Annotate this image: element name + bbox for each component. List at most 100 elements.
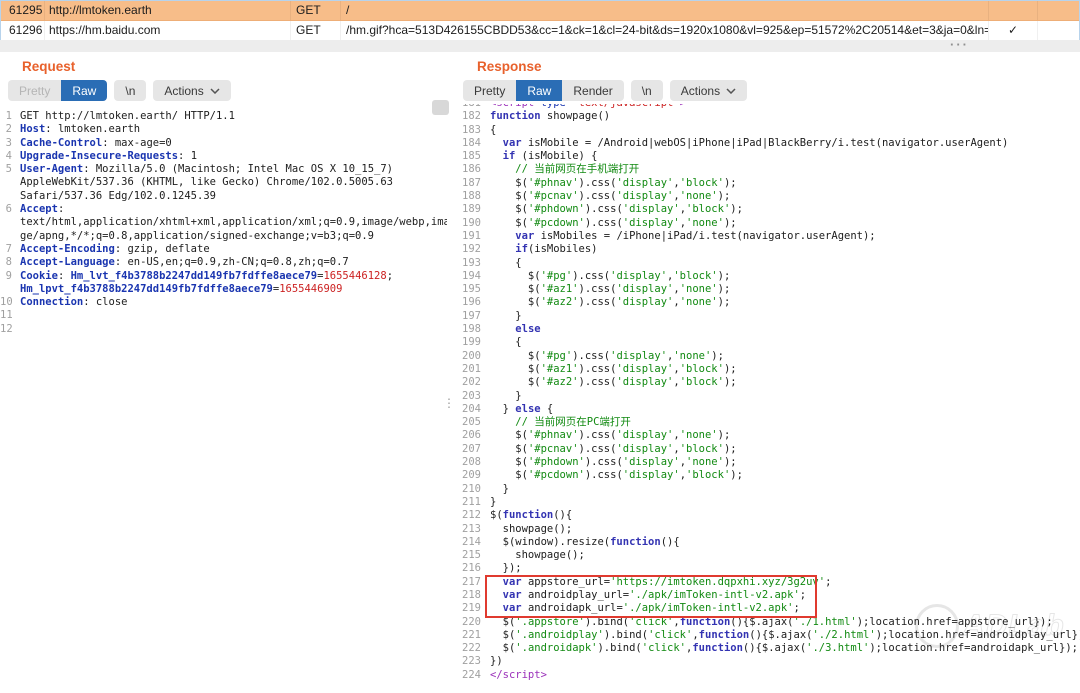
tab-pretty[interactable]: Pretty	[463, 80, 516, 101]
line-number: 5	[0, 163, 12, 176]
line-number: 11	[0, 309, 12, 322]
line-number: 4	[0, 150, 12, 163]
code-line: 213 showpage();	[455, 523, 1080, 536]
code-line: 202 $('#az2').css('display','block');	[455, 376, 1080, 389]
http-history-table[interactable]: 61295http://lmtoken.earthGET/61296https:…	[0, 0, 1080, 43]
line-number	[0, 216, 12, 229]
line-number: 208	[455, 456, 481, 469]
code-line: 224</script>	[455, 669, 1080, 682]
line-number: 210	[455, 483, 481, 496]
line-number: 205	[455, 416, 481, 429]
line-number: 1	[0, 110, 12, 123]
line-number	[0, 230, 12, 243]
line-number: 191	[455, 230, 481, 243]
line-number: 3	[0, 137, 12, 150]
method-cell: GET	[291, 1, 341, 20]
line-number: 10	[0, 296, 12, 309]
actions-button[interactable]: Actions	[670, 80, 747, 101]
code-line: 192 if(isMobiles)	[455, 243, 1080, 256]
line-number: 189	[455, 203, 481, 216]
code-line: 12	[0, 323, 447, 336]
code-line: 7Accept-Encoding: gzip, deflate	[0, 243, 447, 256]
request-editor[interactable]: 1GET http://lmtoken.earth/ HTTP/1.12Host…	[0, 104, 447, 693]
tab-pretty[interactable]: Pretty	[8, 80, 61, 101]
response-title: Response	[477, 59, 1080, 74]
line-number: 217	[455, 576, 481, 589]
code-line: 194 $('#pg').css('display','block');	[455, 270, 1080, 283]
tab-raw[interactable]: Raw	[61, 80, 107, 101]
request-title: Request	[22, 59, 447, 74]
code-line: 209 $('#pcdown').css('display','block');	[455, 469, 1080, 482]
code-line: 191 var isMobiles = /iPhone|iPad/i.test(…	[455, 230, 1080, 243]
line-number: 221	[455, 629, 481, 642]
history-row[interactable]: 61296https://hm.baidu.comGET/hm.gif?hca=…	[1, 21, 1079, 41]
code-line: 203 }	[455, 390, 1080, 403]
code-line: 205 // 当前网页在PC端打开	[455, 416, 1080, 429]
line-number: 8	[0, 256, 12, 269]
code-line: 182function showpage()	[455, 110, 1080, 123]
code-line: text/html,application/xhtml+xml,applicat…	[0, 216, 447, 229]
line-number: 182	[455, 110, 481, 123]
code-line: 196 $('#az2').css('display','none');	[455, 296, 1080, 309]
tab-newline[interactable]: \n	[114, 80, 146, 101]
line-number: 211	[455, 496, 481, 509]
line-number: 188	[455, 190, 481, 203]
request-scrollbar-thumb[interactable]	[432, 100, 449, 115]
line-number: 209	[455, 469, 481, 482]
code-line: 215 showpage();	[455, 549, 1080, 562]
request-tabbar: Pretty Raw \n Actions	[8, 80, 231, 101]
host-cell: https://hm.baidu.com	[45, 21, 291, 40]
line-number: 200	[455, 350, 481, 363]
code-line: 185 if (isMobile) {	[455, 150, 1080, 163]
code-line: 219 var androidapk_url='./apk/imToken-in…	[455, 602, 1080, 615]
line-number: 196	[455, 296, 481, 309]
empty-cell	[1038, 1, 1079, 20]
actions-button[interactable]: Actions	[153, 80, 230, 101]
tab-raw[interactable]: Raw	[516, 80, 562, 101]
line-number: 187	[455, 177, 481, 190]
code-line: 188 $('#pcnav').css('display','none');	[455, 190, 1080, 203]
code-line: 183{	[455, 124, 1080, 137]
code-line: 212$(function(){	[455, 509, 1080, 522]
line-number: 184	[455, 137, 481, 150]
response-editor[interactable]: 181<script type="text/javascript">182fun…	[455, 104, 1080, 693]
vertical-splitter-handle[interactable]: ⋮	[443, 400, 449, 407]
code-line: 222 $('.androidapk').bind('click',functi…	[455, 642, 1080, 655]
empty-cell	[1038, 21, 1079, 40]
tab-render[interactable]: Render	[562, 80, 623, 101]
line-number: 195	[455, 283, 481, 296]
line-number: 194	[455, 270, 481, 283]
burp-proxy-window: 61295http://lmtoken.earthGET/61296https:…	[0, 0, 1080, 693]
code-line: 2Host: lmtoken.earth	[0, 123, 447, 136]
code-line: 223})	[455, 655, 1080, 668]
line-number: 203	[455, 390, 481, 403]
edited-check-cell	[989, 1, 1038, 20]
edited-check-cell: ✓	[989, 21, 1038, 40]
code-line: Safari/537.36 Edg/102.0.1245.39	[0, 190, 447, 203]
line-number: 6	[0, 203, 12, 216]
horizontal-splitter[interactable]: ···	[0, 40, 1080, 52]
line-number	[0, 176, 12, 189]
splitter-handle-icon[interactable]: ···	[950, 37, 969, 52]
code-line: 184 var isMobile = /Android|webOS|iPhone…	[455, 137, 1080, 150]
line-number	[0, 283, 12, 296]
code-line: 210 }	[455, 483, 1080, 496]
code-line: 10Connection: close	[0, 296, 447, 309]
history-row[interactable]: 61295http://lmtoken.earthGET/	[1, 1, 1079, 21]
code-line: 11	[0, 309, 447, 322]
code-line: 199 {	[455, 336, 1080, 349]
line-number: 199	[455, 336, 481, 349]
code-line: 197 }	[455, 310, 1080, 323]
response-panel: Response Pretty Raw Render \n Actions 18…	[455, 52, 1080, 693]
tab-newline[interactable]: \n	[631, 80, 663, 101]
code-line: 1GET http://lmtoken.earth/ HTTP/1.1	[0, 110, 447, 123]
code-line: ge/apng,*/*;q=0.8,application/signed-exc…	[0, 230, 447, 243]
line-number: 12	[0, 323, 12, 336]
code-line: 207 $('#pcnav').css('display','block');	[455, 443, 1080, 456]
code-line: 8Accept-Language: en-US,en;q=0.9,zh-CN;q…	[0, 256, 447, 269]
line-number: 204	[455, 403, 481, 416]
line-number: 215	[455, 549, 481, 562]
code-line: AppleWebKit/537.36 (KHTML, like Gecko) C…	[0, 176, 447, 189]
line-number: 220	[455, 616, 481, 629]
line-number: 193	[455, 257, 481, 270]
